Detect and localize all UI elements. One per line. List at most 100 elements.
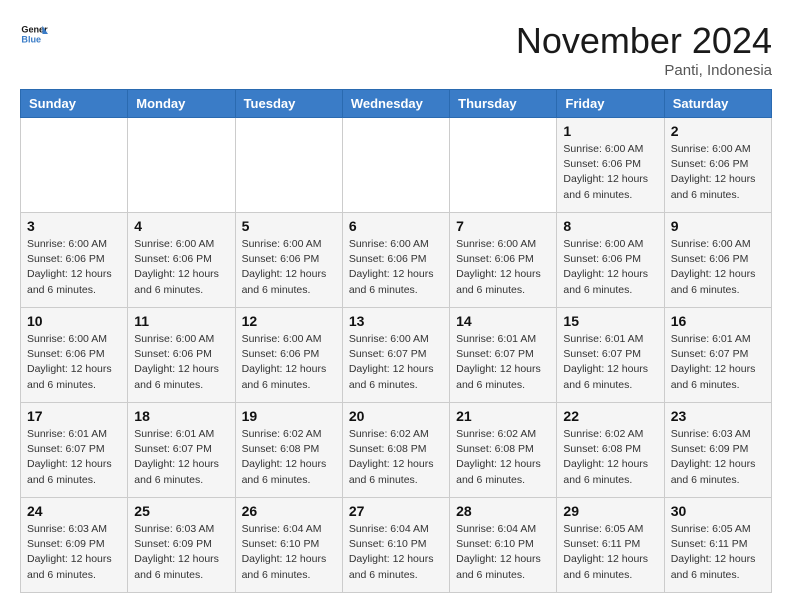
logo: General Blue xyxy=(20,20,48,48)
calendar-cell: 17 Sunrise: 6:01 AM Sunset: 6:07 PM Dayli… xyxy=(21,403,128,498)
calendar-cell: 10Sunrise: 6:00 AM Sunset: 6:06 PM Dayli… xyxy=(21,308,128,403)
cell-sun-info: Sunrise: 6:00 AM Sunset: 6:06 PM Dayligh… xyxy=(27,237,121,298)
calendar-cell: 25 Sunrise: 6:03 AM Sunset: 6:09 PM Dayli… xyxy=(128,498,235,593)
svg-text:Blue: Blue xyxy=(21,34,41,44)
day-number: 11 xyxy=(134,313,228,329)
day-number: 17 xyxy=(27,408,121,424)
calendar-week-3: 10 Sunrise: 6:00 AM Sunset: 6:06 PM Dayli… xyxy=(21,308,772,403)
page-header: General Blue November 2024 Panti, Indone… xyxy=(20,20,772,79)
calendar-cell xyxy=(21,118,128,213)
calendar-cell: 21 Sunrise: 6:02 AM Sunset: 6:08 PM Dayli… xyxy=(450,403,557,498)
cell-sun-info: Sunrise: 6:01 AM Sunset: 6:07 PM Dayligh… xyxy=(27,427,121,488)
calendar-cell: 14 Sunrise: 6:01 AM Sunset: 6:07 PM Dayli… xyxy=(450,308,557,403)
calendar-cell xyxy=(235,118,342,213)
day-number: 14 xyxy=(456,313,550,329)
cell-sun-info: Sunrise: 6:01 AM Sunset: 6:07 PM Dayligh… xyxy=(134,427,228,488)
cell-sun-info: Sunrise: 6:00 AM Sunset: 6:07 PM Dayligh… xyxy=(349,332,443,393)
calendar-cell: 3 Sunrise: 6:00 AM Sunset: 6:06 PM Daylig… xyxy=(21,213,128,308)
day-number: 28 xyxy=(456,503,550,519)
calendar-cell: 27Sunrise: 6:04 AM Sunset: 6:10 PM Dayli… xyxy=(342,498,449,593)
day-number: 20 xyxy=(349,408,443,424)
calendar-cell xyxy=(342,118,449,213)
calendar-week-4: 17 Sunrise: 6:01 AM Sunset: 6:07 PM Dayli… xyxy=(21,403,772,498)
day-number: 13 xyxy=(349,313,443,329)
calendar-cell xyxy=(128,118,235,213)
day-number: 6 xyxy=(349,218,443,234)
cell-sun-info: Sunrise: 6:01 AM Sunset: 6:07 PM Dayligh… xyxy=(456,332,550,393)
day-number: 1 xyxy=(563,123,657,139)
weekday-header-wednesday: Wednesday xyxy=(342,90,449,118)
cell-sun-info: Sunrise: 6:00 AM Sunset: 6:06 PM Dayligh… xyxy=(242,332,336,393)
day-number: 3 xyxy=(27,218,121,234)
day-number: 10 xyxy=(27,313,121,329)
cell-sun-info: Sunrise: 6:02 AM Sunset: 6:08 PM Dayligh… xyxy=(349,427,443,488)
weekday-header-friday: Friday xyxy=(557,90,664,118)
calendar-cell: 26Sunrise: 6:04 AM Sunset: 6:10 PM Dayli… xyxy=(235,498,342,593)
cell-sun-info: Sunrise: 6:01 AM Sunset: 6:07 PM Dayligh… xyxy=(671,332,765,393)
weekday-header-row: SundayMondayTuesdayWednesdayThursdayFrid… xyxy=(21,90,772,118)
day-number: 29 xyxy=(563,503,657,519)
cell-sun-info: Sunrise: 6:00 AM Sunset: 6:06 PM Dayligh… xyxy=(134,332,228,393)
calendar-cell: 28 Sunrise: 6:04 AM Sunset: 6:10 PM Dayli… xyxy=(450,498,557,593)
weekday-header-monday: Monday xyxy=(128,90,235,118)
calendar-cell: 4Sunrise: 6:00 AM Sunset: 6:06 PM Daylig… xyxy=(128,213,235,308)
cell-sun-info: Sunrise: 6:00 AM Sunset: 6:06 PM Dayligh… xyxy=(349,237,443,298)
weekday-header-saturday: Saturday xyxy=(664,90,771,118)
weekday-header-tuesday: Tuesday xyxy=(235,90,342,118)
day-number: 22 xyxy=(563,408,657,424)
day-number: 23 xyxy=(671,408,765,424)
day-number: 25 xyxy=(134,503,228,519)
calendar-cell: 13 Sunrise: 6:00 AM Sunset: 6:07 PM Dayli… xyxy=(342,308,449,403)
cell-sun-info: Sunrise: 6:00 AM Sunset: 6:06 PM Dayligh… xyxy=(563,142,657,203)
calendar-week-1: 1 Sunrise: 6:00 AM Sunset: 6:06 PM Daylig… xyxy=(21,118,772,213)
cell-sun-info: Sunrise: 6:05 AM Sunset: 6:11 PM Dayligh… xyxy=(563,522,657,583)
cell-sun-info: Sunrise: 6:02 AM Sunset: 6:08 PM Dayligh… xyxy=(242,427,336,488)
cell-sun-info: Sunrise: 6:02 AM Sunset: 6:08 PM Dayligh… xyxy=(456,427,550,488)
calendar-cell: 9Sunrise: 6:00 AM Sunset: 6:06 PM Daylig… xyxy=(664,213,771,308)
day-number: 8 xyxy=(563,218,657,234)
calendar-cell: 18Sunrise: 6:01 AM Sunset: 6:07 PM Dayli… xyxy=(128,403,235,498)
cell-sun-info: Sunrise: 6:00 AM Sunset: 6:06 PM Dayligh… xyxy=(242,237,336,298)
day-number: 4 xyxy=(134,218,228,234)
day-number: 30 xyxy=(671,503,765,519)
calendar-cell xyxy=(450,118,557,213)
logo-icon: General Blue xyxy=(20,20,48,48)
calendar-cell: 8 Sunrise: 6:00 AM Sunset: 6:06 PM Daylig… xyxy=(557,213,664,308)
cell-sun-info: Sunrise: 6:03 AM Sunset: 6:09 PM Dayligh… xyxy=(27,522,121,583)
day-number: 7 xyxy=(456,218,550,234)
calendar-cell: 30Sunrise: 6:05 AM Sunset: 6:11 PM Dayli… xyxy=(664,498,771,593)
day-number: 5 xyxy=(242,218,336,234)
calendar-cell: 15 Sunrise: 6:01 AM Sunset: 6:07 PM Dayli… xyxy=(557,308,664,403)
calendar-cell: 12 Sunrise: 6:00 AM Sunset: 6:06 PM Dayli… xyxy=(235,308,342,403)
calendar-cell: 20 Sunrise: 6:02 AM Sunset: 6:08 PM Dayli… xyxy=(342,403,449,498)
location: Panti, Indonesia xyxy=(516,62,772,79)
cell-sun-info: Sunrise: 6:04 AM Sunset: 6:10 PM Dayligh… xyxy=(456,522,550,583)
calendar-week-2: 3 Sunrise: 6:00 AM Sunset: 6:06 PM Daylig… xyxy=(21,213,772,308)
month-title: November 2024 xyxy=(516,20,772,62)
calendar-cell: 2Sunrise: 6:00 AM Sunset: 6:06 PM Daylig… xyxy=(664,118,771,213)
calendar-cell: 7 Sunrise: 6:00 AM Sunset: 6:06 PM Daylig… xyxy=(450,213,557,308)
calendar-cell: 22Sunrise: 6:02 AM Sunset: 6:08 PM Dayli… xyxy=(557,403,664,498)
cell-sun-info: Sunrise: 6:01 AM Sunset: 6:07 PM Dayligh… xyxy=(563,332,657,393)
calendar-cell: 11 Sunrise: 6:00 AM Sunset: 6:06 PM Dayli… xyxy=(128,308,235,403)
day-number: 26 xyxy=(242,503,336,519)
cell-sun-info: Sunrise: 6:03 AM Sunset: 6:09 PM Dayligh… xyxy=(671,427,765,488)
cell-sun-info: Sunrise: 6:00 AM Sunset: 6:06 PM Dayligh… xyxy=(563,237,657,298)
day-number: 15 xyxy=(563,313,657,329)
calendar-table: SundayMondayTuesdayWednesdayThursdayFrid… xyxy=(20,89,772,593)
calendar-cell: 5 Sunrise: 6:00 AM Sunset: 6:06 PM Daylig… xyxy=(235,213,342,308)
cell-sun-info: Sunrise: 6:03 AM Sunset: 6:09 PM Dayligh… xyxy=(134,522,228,583)
day-number: 21 xyxy=(456,408,550,424)
day-number: 27 xyxy=(349,503,443,519)
cell-sun-info: Sunrise: 6:00 AM Sunset: 6:06 PM Dayligh… xyxy=(671,142,765,203)
weekday-header-thursday: Thursday xyxy=(450,90,557,118)
cell-sun-info: Sunrise: 6:00 AM Sunset: 6:06 PM Dayligh… xyxy=(671,237,765,298)
day-number: 19 xyxy=(242,408,336,424)
calendar-week-5: 24 Sunrise: 6:03 AM Sunset: 6:09 PM Dayli… xyxy=(21,498,772,593)
cell-sun-info: Sunrise: 6:00 AM Sunset: 6:06 PM Dayligh… xyxy=(456,237,550,298)
day-number: 12 xyxy=(242,313,336,329)
calendar-cell: 6 Sunrise: 6:00 AM Sunset: 6:06 PM Daylig… xyxy=(342,213,449,308)
calendar-cell: 23 Sunrise: 6:03 AM Sunset: 6:09 PM Dayli… xyxy=(664,403,771,498)
day-number: 24 xyxy=(27,503,121,519)
title-block: November 2024 Panti, Indonesia xyxy=(516,20,772,79)
